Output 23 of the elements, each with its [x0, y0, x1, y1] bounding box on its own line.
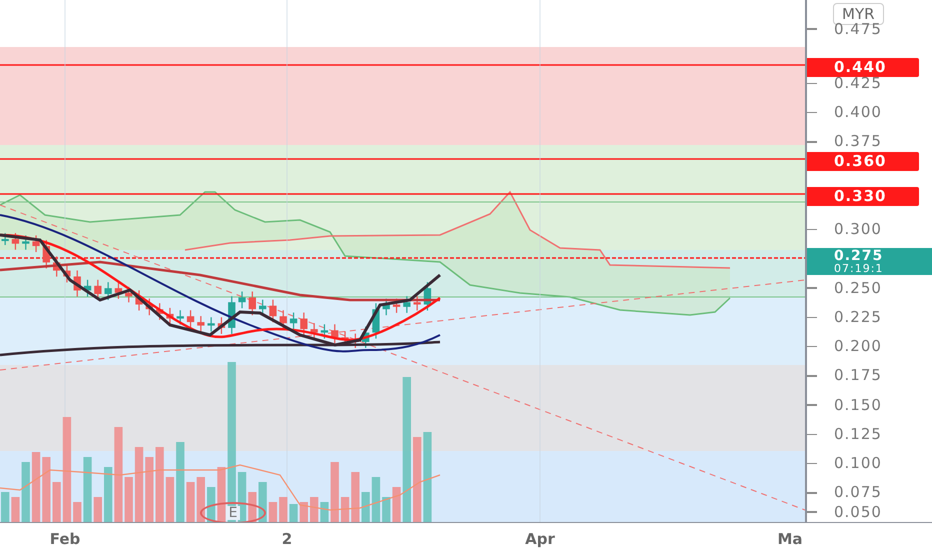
- time-label: 2: [282, 529, 292, 550]
- price-value: 0.275: [834, 248, 884, 263]
- earnings-label: E: [226, 506, 240, 520]
- price-tick-label: 0.150: [834, 398, 882, 413]
- price-tick-label: 0.100: [834, 456, 882, 472]
- price-value: 0.360: [834, 152, 888, 170]
- time-label: Ma: [777, 529, 803, 550]
- price-tick-label: 0.300: [834, 222, 882, 238]
- price-tick-label: 0.175: [834, 368, 882, 384]
- price-tick-label: 0.250: [834, 280, 882, 296]
- price-tick-label: 0.075: [834, 485, 882, 500]
- price-tick-label: 0.200: [834, 339, 882, 354]
- time-label: Apr: [525, 529, 555, 550]
- price-value: 0.330: [834, 188, 888, 205]
- countdown-timer: 07:19:1: [834, 262, 884, 274]
- price-tick-label: 0.225: [834, 310, 882, 325]
- time-label: Feb: [50, 529, 80, 550]
- price-value: 0.440: [834, 58, 888, 76]
- price-tick-label: 0.425: [834, 76, 882, 91]
- price-tick-label: 0.125: [834, 426, 882, 442]
- price-tick-label: 0.400: [834, 105, 882, 120]
- price-tick-label: 0.050: [834, 504, 882, 520]
- price-tick-label: 0.375: [834, 134, 882, 150]
